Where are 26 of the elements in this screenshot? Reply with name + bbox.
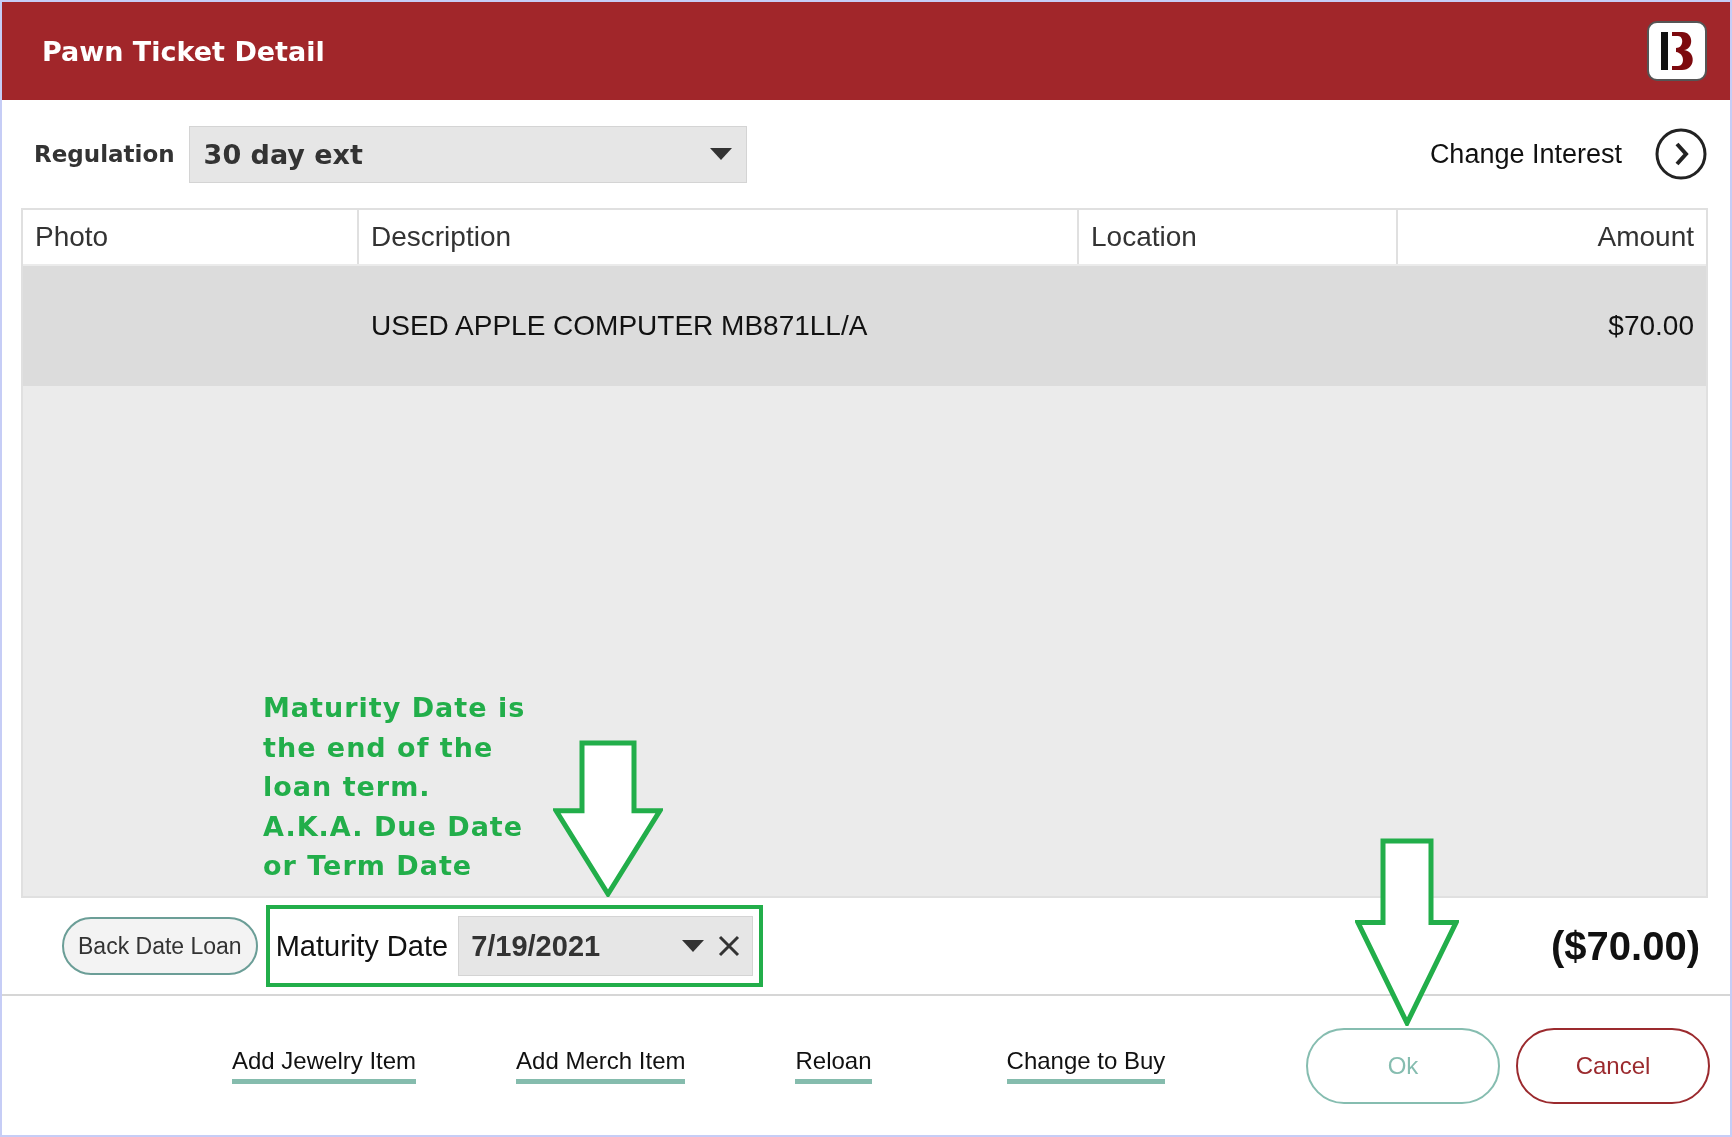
clear-icon[interactable] bbox=[717, 935, 740, 957]
column-header: Description bbox=[359, 210, 1079, 264]
column-header: Photo bbox=[23, 210, 359, 264]
back-date-loan-button[interactable]: Back Date Loan bbox=[62, 917, 258, 975]
regulation-dropdown[interactable]: 30 day ext bbox=[188, 125, 747, 183]
column-header: Amount bbox=[1398, 210, 1706, 264]
action-link[interactable]: Add Jewelry Item bbox=[232, 1047, 417, 1084]
regulation-label: Regulation bbox=[34, 141, 175, 167]
logo-icon bbox=[1646, 20, 1708, 82]
caret-icon bbox=[709, 148, 732, 160]
action-link[interactable]: Reloan bbox=[795, 1047, 872, 1084]
column-header: Location bbox=[1079, 210, 1398, 264]
total-amount: ($70.00) bbox=[1551, 923, 1700, 969]
table-row[interactable]: USED APPLE COMPUTER MB871LL/A $70.00 bbox=[23, 266, 1706, 386]
chevron-right-icon[interactable] bbox=[1654, 127, 1708, 181]
annotation-text: Maturity Date is the end of the loan term. A.K.A. Due Date or Term Date bbox=[263, 691, 526, 883]
cancel-button[interactable]: Cancel bbox=[1516, 1027, 1710, 1104]
change-interest-label[interactable]: Change Interest bbox=[1429, 138, 1622, 170]
table-cell-text: USED APPLE COMPUTER MB871LL/A bbox=[370, 309, 869, 343]
date-field[interactable]: 7/19/2021 bbox=[458, 916, 753, 976]
caret-icon[interactable] bbox=[681, 940, 704, 952]
action-link[interactable]: Add Merch Item bbox=[516, 1047, 686, 1084]
maturity-date-label: Maturity Date bbox=[275, 929, 449, 963]
action-link[interactable]: Change to Buy bbox=[1006, 1047, 1166, 1084]
window-title: Pawn Ticket Detail bbox=[42, 35, 325, 67]
table-cell-text: $70.00 bbox=[1607, 309, 1695, 343]
